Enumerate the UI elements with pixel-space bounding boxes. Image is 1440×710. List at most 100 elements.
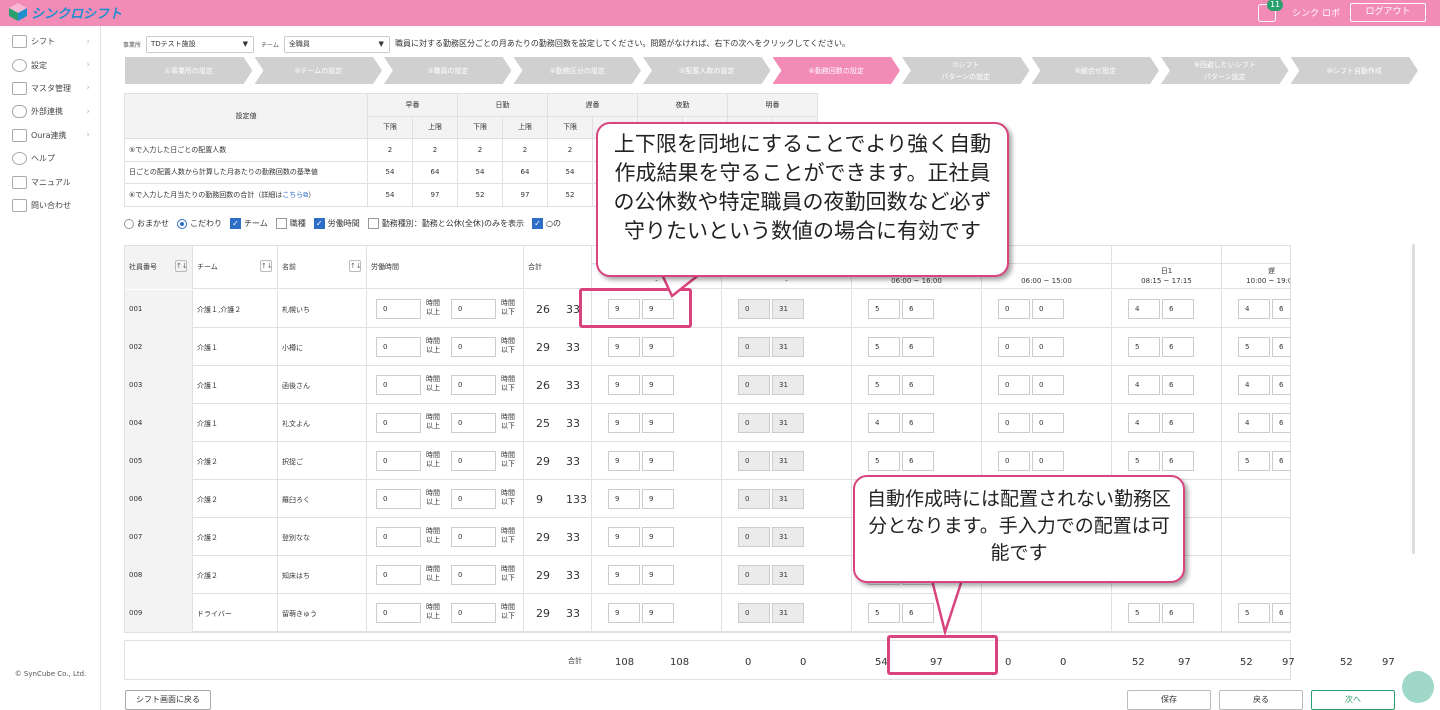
lower-limit-input[interactable]: 9 [608, 489, 640, 509]
upper-limit-input[interactable]: 0 [1032, 451, 1064, 471]
lower-limit-input[interactable]: 5 [868, 337, 900, 357]
step-7[interactable]: ⑦シフト パターンの設定 [902, 57, 1030, 84]
upper-limit-input[interactable]: 9 [642, 413, 674, 433]
lower-limit-input[interactable]: 5 [1238, 337, 1270, 357]
upper-limit-input[interactable]: 6 [902, 451, 934, 471]
lower-limit-input[interactable]: 0 [738, 489, 770, 509]
upper-limit-input[interactable]: 0 [1032, 337, 1064, 357]
lower-limit-input[interactable]: 9 [608, 565, 640, 585]
upper-limit-input[interactable]: 9 [642, 565, 674, 585]
upper-limit-input[interactable]: 9 [642, 489, 674, 509]
upper-limit-input[interactable]: 6 [902, 337, 934, 357]
assistant-robot-icon[interactable] [1402, 671, 1434, 703]
lower-limit-input[interactable]: 0 [738, 603, 770, 623]
lower-limit-input[interactable]: 4 [1238, 413, 1270, 433]
office-select[interactable]: TDテスト施設 ▼ [146, 36, 255, 53]
upper-limit-input[interactable]: 31 [772, 337, 804, 357]
team-select[interactable]: 全職員 ▼ [283, 36, 390, 53]
upper-limit-input[interactable]: 9 [642, 527, 674, 547]
sidebar-item-contact[interactable]: 問い合わせ [0, 194, 100, 217]
grid-scrollbar[interactable] [1412, 244, 1415, 554]
back-button[interactable]: 戻る [1219, 690, 1303, 710]
lower-limit-input[interactable]: 4 [1128, 299, 1160, 319]
sidebar-item-oura[interactable]: Oura連携 › [0, 124, 100, 147]
sort-icon[interactable]: ↑↓ [349, 260, 362, 272]
upper-limit-input[interactable]: 6 [1162, 413, 1194, 433]
lower-limit-input[interactable]: 0 [998, 337, 1030, 357]
upper-limit-input[interactable]: 31 [772, 527, 804, 547]
radio-kodawari[interactable]: こだわり [177, 218, 222, 229]
min-hours-input[interactable]: 0 [376, 451, 421, 471]
sort-icon[interactable]: ↑↓ [175, 260, 188, 272]
radio-omakase[interactable]: おまかせ [124, 218, 169, 229]
lower-limit-input[interactable]: 4 [868, 413, 900, 433]
lower-limit-input[interactable]: 5 [1128, 337, 1160, 357]
checkbox-marker[interactable]: ✓ ○の [532, 218, 561, 229]
upper-limit-input[interactable]: 31 [772, 413, 804, 433]
max-hours-input[interactable]: 0 [451, 527, 496, 547]
lower-limit-input[interactable]: 0 [738, 337, 770, 357]
upper-limit-input[interactable]: 31 [772, 375, 804, 395]
min-hours-input[interactable]: 0 [376, 527, 421, 547]
lower-limit-input[interactable]: 4 [1128, 375, 1160, 395]
upper-limit-input[interactable]: 31 [772, 299, 804, 319]
lower-limit-input[interactable]: 5 [868, 299, 900, 319]
upper-limit-input[interactable]: 31 [772, 603, 804, 623]
step-6[interactable]: ⑥勤務回数の設定 [772, 57, 900, 84]
lower-limit-input[interactable]: 5 [868, 603, 900, 623]
step-1[interactable]: ①事業所の設定 [125, 57, 253, 84]
step-9[interactable]: ⑨回避したいシフト パターン設定 [1161, 57, 1289, 84]
lower-limit-input[interactable]: 5 [868, 451, 900, 471]
upper-limit-input[interactable]: 31 [772, 451, 804, 471]
upper-limit-input[interactable]: 6 [1162, 603, 1194, 623]
upper-limit-input[interactable]: 9 [642, 375, 674, 395]
upper-limit-input[interactable]: 6 [1162, 375, 1194, 395]
app-logo[interactable]: シンクロシフト [8, 2, 122, 22]
lower-limit-input[interactable]: 9 [608, 375, 640, 395]
upper-limit-input[interactable]: 6 [1272, 451, 1290, 471]
min-hours-input[interactable]: 0 [376, 375, 421, 395]
next-button[interactable]: 次へ [1311, 690, 1395, 710]
lower-limit-input[interactable]: 0 [738, 375, 770, 395]
notification-icon[interactable]: 11 [1258, 0, 1284, 22]
sort-icon[interactable]: ↑↓ [260, 260, 273, 272]
upper-limit-input[interactable]: 9 [642, 451, 674, 471]
lower-limit-input[interactable]: 4 [1238, 299, 1270, 319]
upper-limit-input[interactable]: 6 [1272, 603, 1290, 623]
upper-limit-input[interactable]: 0 [1032, 299, 1064, 319]
step-4[interactable]: ④勤務区分の設定 [513, 57, 641, 84]
lower-limit-input[interactable]: 9 [608, 603, 640, 623]
sidebar-item-shift[interactable]: シフト › [0, 30, 100, 53]
max-hours-input[interactable]: 0 [451, 565, 496, 585]
max-hours-input[interactable]: 0 [451, 299, 496, 319]
lower-limit-input[interactable]: 0 [738, 451, 770, 471]
lower-limit-input[interactable]: 0 [738, 299, 770, 319]
sidebar-item-manual[interactable]: マニュアル [0, 170, 100, 193]
max-hours-input[interactable]: 0 [451, 337, 496, 357]
upper-limit-input[interactable]: 0 [1032, 413, 1064, 433]
lower-limit-input[interactable]: 0 [738, 527, 770, 547]
step-10[interactable]: ⑩シフト自動作成 [1290, 57, 1418, 84]
sidebar-item-settings[interactable]: 設定 › [0, 53, 100, 76]
upper-limit-input[interactable]: 6 [902, 603, 934, 623]
lower-limit-input[interactable]: 5 [868, 375, 900, 395]
checkbox-team[interactable]: ✓ チーム [230, 218, 268, 229]
lower-limit-input[interactable]: 0 [998, 299, 1030, 319]
step-2[interactable]: ②チームの設定 [254, 57, 382, 84]
logout-button[interactable]: ログアウト [1350, 3, 1426, 22]
step-3[interactable]: ③職員の設定 [384, 57, 512, 84]
sidebar-item-master[interactable]: マスタ管理 › [0, 77, 100, 100]
lower-limit-input[interactable]: 0 [998, 375, 1030, 395]
back-to-shift-button[interactable]: シフト画面に戻る [125, 690, 211, 710]
sidebar-item-external[interactable]: 外部連携 › [0, 100, 100, 123]
step-5[interactable]: ⑤配置人数の設定 [643, 57, 771, 84]
max-hours-input[interactable]: 0 [451, 413, 496, 433]
lower-limit-input[interactable]: 9 [608, 337, 640, 357]
upper-limit-input[interactable]: 6 [1272, 299, 1290, 319]
lower-limit-input[interactable]: 0 [738, 565, 770, 585]
max-hours-input[interactable]: 0 [451, 451, 496, 471]
lower-limit-input[interactable]: 0 [998, 451, 1030, 471]
min-hours-input[interactable]: 0 [376, 565, 421, 585]
upper-limit-input[interactable]: 9 [642, 337, 674, 357]
upper-limit-input[interactable]: 6 [902, 299, 934, 319]
